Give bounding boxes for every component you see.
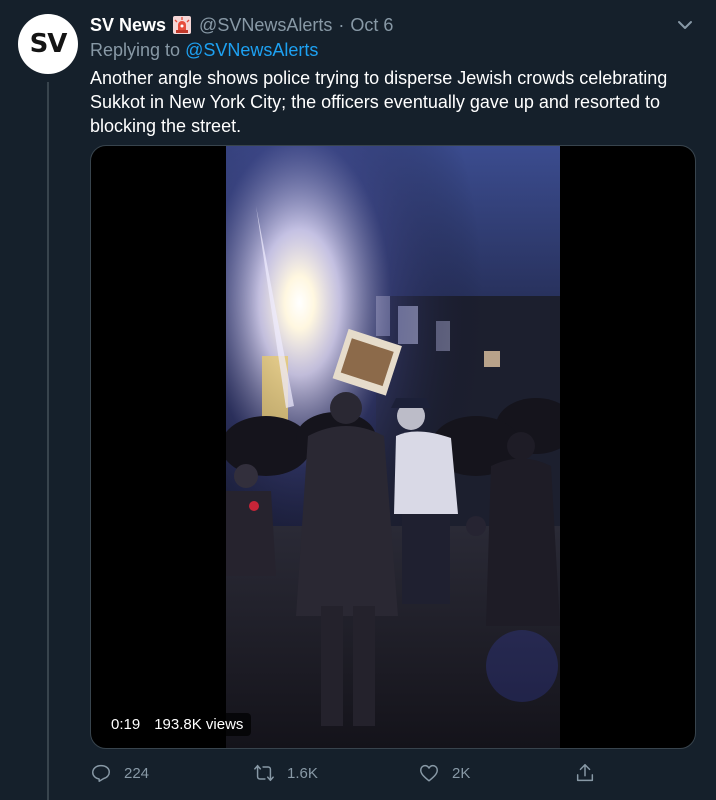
share-button[interactable] xyxy=(574,758,608,788)
reply-count: 224 xyxy=(124,764,150,782)
reply-button[interactable]: 224 xyxy=(90,758,149,788)
display-name[interactable]: SV News xyxy=(90,15,166,36)
thread-line xyxy=(47,82,49,800)
avatar[interactable]: SV xyxy=(18,14,78,74)
retweet-count: 1.6K xyxy=(287,764,318,782)
video-duration: 0:19 xyxy=(111,716,141,733)
police-siren-icon xyxy=(173,16,192,34)
tweet-date[interactable]: Oct 6 xyxy=(350,15,393,36)
video-frame[interactable] xyxy=(226,146,560,748)
like-count: 2K xyxy=(452,764,471,782)
more-options-chevron-icon[interactable] xyxy=(674,14,696,36)
replying-to-handle-link[interactable]: @SVNewsAlerts xyxy=(185,40,318,60)
replying-to-label: Replying to xyxy=(90,40,181,60)
video-info-badge: 0:19 193.8K views xyxy=(103,713,252,736)
tweet[interactable]: SV SV News @SVNewsAlerts · Oct 6 Replyin… xyxy=(0,0,716,800)
video-still-image xyxy=(226,146,560,748)
reply-icon xyxy=(92,764,110,782)
retweet-icon xyxy=(254,764,274,782)
share-icon xyxy=(576,764,594,782)
avatar-logo-text: SV xyxy=(29,29,68,59)
separator-dot: · xyxy=(338,14,345,35)
like-button[interactable]: 2K xyxy=(418,758,470,788)
video-player[interactable]: 0:19 193.8K views xyxy=(90,145,696,749)
tweet-actions: 224 1.6K 2K xyxy=(90,758,696,788)
tweet-header: SV News @SVNewsAlerts · Oct 6 xyxy=(90,12,393,38)
video-view-count: 193.8K views xyxy=(154,716,244,733)
user-handle[interactable]: @SVNewsAlerts xyxy=(199,15,332,36)
replying-to-line: Replying to @SVNewsAlerts xyxy=(90,40,318,61)
retweet-button[interactable]: 1.6K xyxy=(253,758,318,788)
heart-icon xyxy=(420,764,438,782)
tweet-text: Another angle shows police trying to dis… xyxy=(90,68,668,136)
